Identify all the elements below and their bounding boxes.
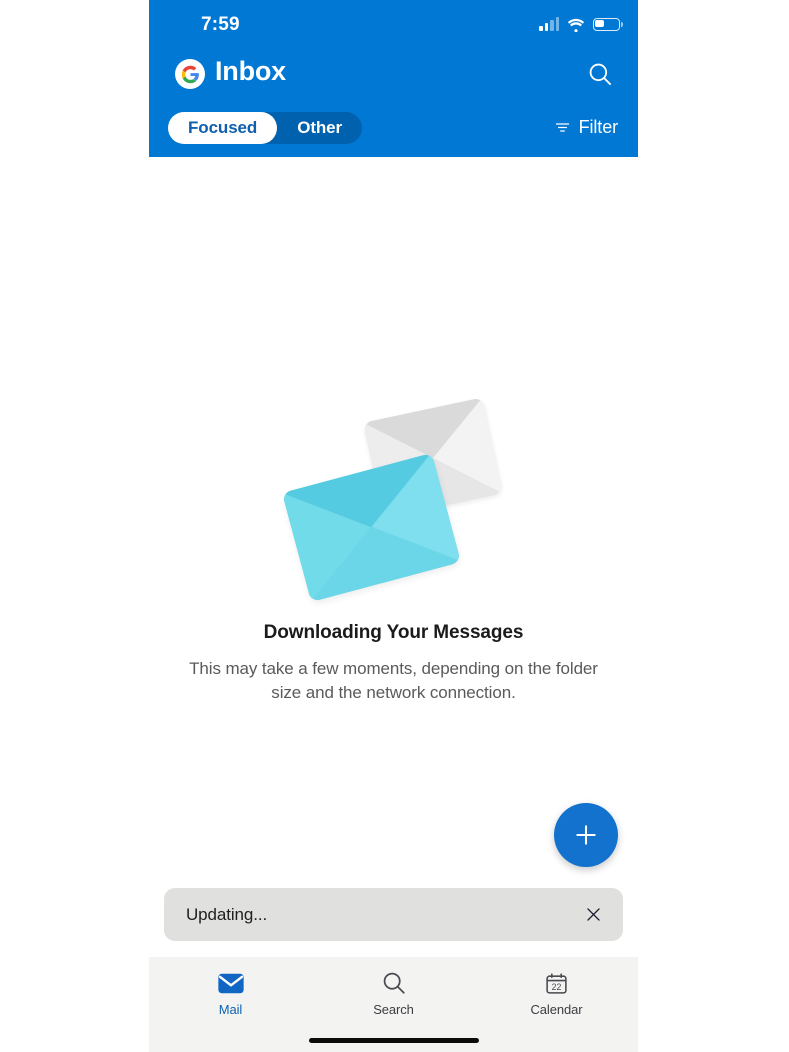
toast-message: Updating... <box>186 904 268 924</box>
tab-calendar[interactable]: 22 Calendar <box>475 957 638 1052</box>
filter-icon <box>555 122 569 132</box>
envelope-front <box>281 452 461 603</box>
pivot-other-label: Other <box>297 118 343 137</box>
header-title-row: Inbox <box>149 54 638 104</box>
empty-state-title: Downloading Your Messages <box>263 622 524 643</box>
plus-icon <box>576 825 596 845</box>
two-envelopes-illustration <box>281 397 503 603</box>
mail-icon <box>217 969 245 997</box>
phone-screen: 7:59 Inbox Focused Other Filter Download… <box>149 0 638 1052</box>
google-g-icon[interactable] <box>175 59 205 89</box>
filter-button[interactable]: Filter <box>554 114 618 140</box>
status-bar-time: 7:59 <box>201 14 240 35</box>
empty-state-subtitle: This may take a few moments, depending o… <box>189 659 598 702</box>
search-icon[interactable] <box>584 58 616 90</box>
status-bar: 7:59 <box>149 0 638 46</box>
pivot-other[interactable]: Other <box>277 112 362 144</box>
search-icon <box>381 969 407 997</box>
focused-other-pivot: Focused Other <box>168 112 363 144</box>
screenshot-root: 7:59 Inbox Focused Other Filter Download… <box>0 0 789 1052</box>
wifi-icon <box>567 18 585 32</box>
battery-icon <box>593 17 623 31</box>
pivot-focused[interactable]: Focused <box>168 112 278 144</box>
compose-button[interactable] <box>554 803 618 867</box>
page-title: Inbox <box>215 56 286 86</box>
tab-search-label: Search <box>373 1002 414 1017</box>
tab-mail[interactable]: Mail <box>149 957 312 1052</box>
calendar-day-number: 22 <box>552 981 562 991</box>
cellular-signal-icon <box>539 16 559 31</box>
tab-calendar-label: Calendar <box>530 1002 583 1017</box>
updating-toast: Updating... <box>164 888 623 941</box>
bottom-tab-bar: Mail Search 22 Calendar <box>149 957 638 1052</box>
tab-mail-label: Mail <box>218 1002 243 1017</box>
pivot-focused-label: Focused <box>188 118 258 137</box>
home-indicator <box>308 1038 479 1043</box>
empty-state: Downloading Your Messages This may take … <box>149 157 638 797</box>
filter-label: Filter <box>578 116 619 137</box>
app-header: 7:59 Inbox Focused Other Filter <box>149 0 638 157</box>
calendar-icon: 22 <box>544 969 569 997</box>
status-bar-indicators <box>539 14 623 34</box>
close-icon[interactable] <box>584 905 603 924</box>
